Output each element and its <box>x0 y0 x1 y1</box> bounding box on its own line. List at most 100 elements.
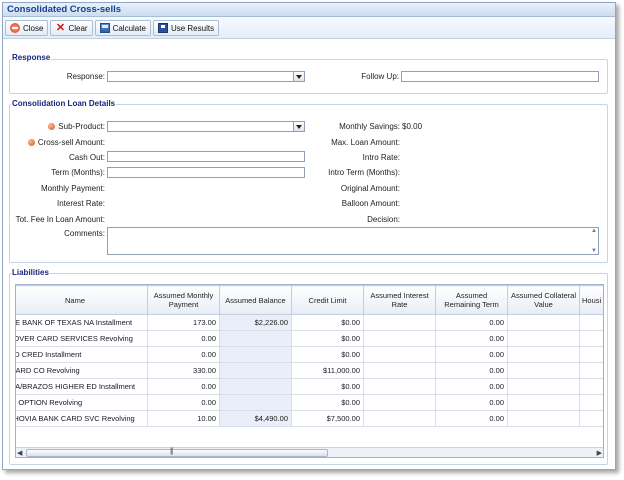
clear-button[interactable]: ✕ Clear <box>50 20 93 36</box>
clear-button-label: Clear <box>68 23 88 33</box>
collateral-cell[interactable] <box>507 362 580 379</box>
column-header-term[interactable]: Assumed Remaining Term <box>435 285 508 315</box>
response-select[interactable] <box>107 71 305 82</box>
required-indicator-icon <box>48 123 56 130</box>
table-row[interactable]: IME OPTION Revolving0.00$0.000.00 <box>16 394 603 411</box>
rate-cell[interactable] <box>363 346 436 363</box>
term-input[interactable] <box>107 167 305 178</box>
loan-details-legend: Consolidation Loan Details <box>11 99 117 108</box>
rate-cell[interactable] <box>363 410 436 427</box>
close-button[interactable]: Close <box>5 20 49 36</box>
follow-up-input[interactable] <box>401 71 599 82</box>
monthly-savings-label: Monthly Savings: <box>339 122 400 131</box>
table-row[interactable]: ACHOVIA BANK CARD SVC Revolving 10.00 $4,4… <box>16 410 603 427</box>
name-cell[interactable]: IME OPTION Revolving <box>16 394 148 411</box>
payment-cell[interactable]: 0.00 <box>147 394 220 411</box>
scrollbar-thumb[interactable]: ||| <box>26 448 328 457</box>
name-cell[interactable]: IEAA/BRAZOS HIGHER ED Installment <box>16 378 148 395</box>
scroll-down-icon[interactable]: ▼ <box>591 248 597 254</box>
column-header-balance[interactable]: Assumed Balance <box>219 285 292 315</box>
housing-cell <box>579 362 603 379</box>
limit-cell[interactable]: $0.00 <box>291 378 364 395</box>
limit-cell[interactable]: $0.00 <box>291 394 364 411</box>
consolidated-cross-sells-window: Consolidated Cross-sells Close ✕ Clear C… <box>2 2 616 470</box>
balance-cell[interactable] <box>219 394 292 411</box>
housing-cell <box>579 378 603 395</box>
name-cell[interactable]: ACHOVIA BANK CARD SVC Revolving <box>16 410 148 427</box>
calculator-icon <box>99 23 110 33</box>
limit-cell[interactable]: $0.00 <box>291 330 364 347</box>
term-cell[interactable]: 0.00 <box>435 378 508 395</box>
rate-cell[interactable] <box>363 362 436 379</box>
column-header-payment[interactable]: Assumed Monthly Payment <box>147 285 220 315</box>
balance-cell[interactable]: $4,490.00 <box>219 410 292 427</box>
payment-cell[interactable]: 10.00 <box>147 410 220 427</box>
term-cell[interactable]: 0.00 <box>435 362 508 379</box>
limit-cell[interactable]: $0.00 <box>291 314 364 331</box>
calculate-button[interactable]: Calculate <box>94 20 151 36</box>
column-header-rate[interactable]: Assumed Interest Rate <box>363 285 436 315</box>
payment-cell[interactable]: 173.00 <box>147 314 220 331</box>
column-header-collateral[interactable]: Assumed Collateral Value <box>507 285 580 315</box>
table-header-row: Name Assumed Monthly Payment Assumed Bal… <box>16 285 603 315</box>
column-header-limit[interactable]: Credit Limit <box>291 285 364 315</box>
limit-cell[interactable]: $11,000.00 <box>291 362 364 379</box>
balance-cell[interactable] <box>219 362 292 379</box>
scroll-right-icon[interactable]: ▶ <box>597 449 602 457</box>
monthly-savings-value: $0.00 <box>402 122 423 131</box>
limit-cell[interactable]: $7,500.00 <box>291 410 364 427</box>
rate-cell[interactable] <box>363 378 436 395</box>
name-cell[interactable]: ORD CRED Installment <box>16 346 148 363</box>
sub-product-label: Sub-Product: <box>58 122 105 131</box>
collateral-cell[interactable] <box>507 394 580 411</box>
save-disk-icon <box>157 23 168 33</box>
rate-cell[interactable] <box>363 330 436 347</box>
tot-fee-label: Tot. Fee In Loan Amount: <box>15 215 105 224</box>
table-row[interactable]: IEAA/BRAZOS HIGHER ED Installment 0.00 $0.… <box>16 378 603 395</box>
balance-cell[interactable] <box>219 330 292 347</box>
table-row[interactable]: SCOVER CARD SERVICES Revolving 0.00 $0.00 0… <box>16 330 603 347</box>
rate-cell[interactable] <box>363 394 436 411</box>
comments-textarea[interactable]: ▲ ▼ <box>107 227 599 255</box>
chevron-down-icon[interactable] <box>293 72 304 81</box>
payment-cell[interactable]: 0.00 <box>147 330 220 347</box>
limit-cell[interactable]: $0.00 <box>291 346 364 363</box>
balance-cell[interactable]: $2,226.00 <box>219 314 292 331</box>
intro-term-label: Intro Term (Months): <box>328 168 400 177</box>
term-cell[interactable]: 0.00 <box>435 314 508 331</box>
term-cell[interactable]: 0.00 <box>435 410 508 427</box>
name-cell[interactable]: IASE BANK OF TEXAS NA Installment <box>16 314 148 331</box>
close-icon <box>10 23 20 33</box>
balance-cell[interactable] <box>219 346 292 363</box>
use-results-button[interactable]: Use Results <box>152 20 220 36</box>
table-row[interactable]: E CARD CO Revolving330.00 $11,000.00 0.00 <box>16 362 603 379</box>
collateral-cell[interactable] <box>507 410 580 427</box>
rate-cell[interactable] <box>363 314 436 331</box>
table-row[interactable]: ORD CRED Installment0.00$0.000.00 <box>16 346 603 363</box>
cash-out-input[interactable] <box>107 151 305 162</box>
scroll-left-icon[interactable]: ◀ <box>17 449 22 457</box>
max-loan-label: Max. Loan Amount: <box>331 138 400 147</box>
term-cell[interactable]: 0.00 <box>435 330 508 347</box>
table-row[interactable]: IASE BANK OF TEXAS NA Installment 173.00 $… <box>16 314 603 331</box>
collateral-cell[interactable] <box>507 314 580 331</box>
payment-cell[interactable]: 330.00 <box>147 362 220 379</box>
scroll-up-icon[interactable]: ▲ <box>591 228 597 234</box>
sub-product-select[interactable] <box>107 121 305 132</box>
name-cell[interactable]: SCOVER CARD SERVICES Revolving <box>16 330 148 347</box>
housing-cell <box>579 394 603 411</box>
column-header-name[interactable]: Name <box>16 285 148 315</box>
term-cell[interactable]: 0.00 <box>435 394 508 411</box>
balance-cell[interactable] <box>219 378 292 395</box>
horizontal-scrollbar[interactable]: ◀ ||| ▶ <box>16 447 603 457</box>
calculate-button-label: Calculate <box>112 23 146 33</box>
payment-cell[interactable]: 0.00 <box>147 378 220 395</box>
collateral-cell[interactable] <box>507 378 580 395</box>
column-header-housing[interactable]: Housi <box>579 285 603 315</box>
required-indicator-icon <box>27 139 35 146</box>
collateral-cell[interactable] <box>507 346 580 363</box>
name-cell[interactable]: E CARD CO Revolving <box>16 362 148 379</box>
collateral-cell[interactable] <box>507 330 580 347</box>
payment-cell[interactable]: 0.00 <box>147 346 220 363</box>
term-cell[interactable]: 0.00 <box>435 346 508 363</box>
